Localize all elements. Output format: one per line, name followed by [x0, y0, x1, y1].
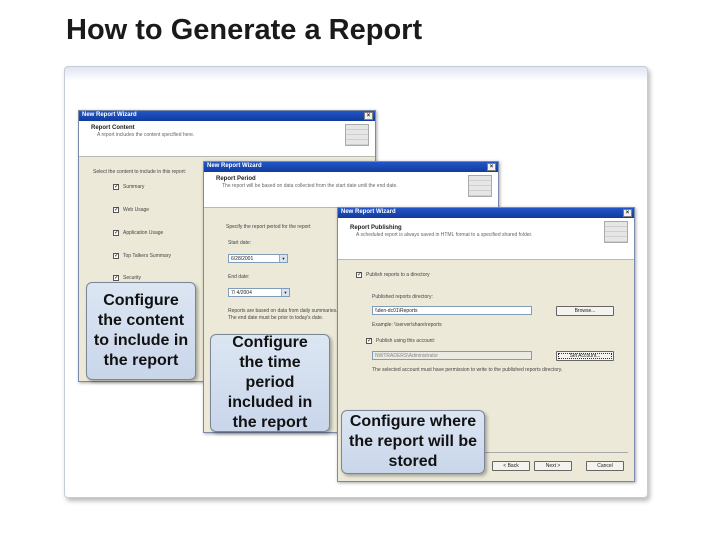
start-date-value: 6/28/2001 [231, 256, 254, 262]
slide-title: How to Generate a Report [66, 14, 423, 46]
content-prompt: Select the content to include in this re… [93, 169, 187, 175]
close-icon[interactable]: × [487, 163, 496, 171]
wizard-titlebar: New Report Wizard × [338, 208, 634, 218]
wizard-header: Report Publishing A scheduled report is … [338, 218, 634, 260]
checkbox-application-usage[interactable]: ✓ [113, 230, 119, 236]
wizard-header-icon [345, 124, 369, 146]
header-description: A report includes the content specified … [97, 132, 195, 138]
option-web-usage: Web Usage [123, 207, 150, 213]
wizard-titlebar: New Report Wizard × [79, 111, 375, 121]
directory-example: Example: \\server\share\reports [372, 322, 442, 328]
set-account-button[interactable]: Set Account... [556, 351, 614, 361]
window-title: New Report Wizard [341, 209, 396, 215]
callout-publish: Configure where the report will be store… [341, 410, 485, 474]
checkbox-publish-account[interactable]: ✓ [366, 338, 372, 344]
chevron-down-icon[interactable]: ▼ [279, 255, 287, 262]
window-title: New Report Wizard [82, 112, 137, 118]
back-button[interactable]: < Back [492, 461, 530, 471]
directory-input[interactable]: \\den-dc01\Reports [372, 306, 532, 315]
end-date-value: 7/ 4/2004 [231, 290, 252, 296]
wizard-header: Report Content A report includes the con… [79, 121, 375, 157]
callout-period-text: Configure the time period included in th… [227, 334, 313, 431]
close-icon[interactable]: × [623, 209, 632, 217]
close-icon[interactable]: × [364, 112, 373, 120]
checkbox-web-usage[interactable]: ✓ [113, 207, 119, 213]
callout-period: Configure the time period included in th… [210, 334, 330, 432]
header-description: A scheduled report is always saved in HT… [356, 232, 533, 238]
account-input[interactable]: NWTRADERS\Administrator [372, 351, 532, 360]
publish-label: Publish reports to a directory [366, 272, 430, 278]
option-application-usage: Application Usage [123, 230, 164, 236]
header-description: The report will be based on data collect… [222, 183, 398, 189]
account-note: The selected account must have permissio… [372, 367, 563, 373]
end-date-picker[interactable]: 7/ 4/2004 ▼ [228, 288, 290, 297]
account-label: Publish using this account: [376, 338, 436, 344]
header-title: Report Publishing [350, 225, 402, 231]
option-top-talkers: Top Talkers Summary [123, 253, 171, 259]
end-date-label: End date: [228, 274, 250, 280]
start-date-label: Start date: [228, 240, 252, 246]
next-button[interactable]: Next > [534, 461, 572, 471]
checkbox-publish-reports[interactable]: ✓ [356, 272, 362, 278]
checkbox-security[interactable]: ✓ [113, 275, 119, 281]
cancel-button[interactable]: Cancel [586, 461, 624, 471]
callout-publish-text: Configure where the report will be store… [348, 413, 477, 470]
wizard-header: Report Period The report will be based o… [204, 172, 498, 208]
checkbox-summary[interactable]: ✓ [113, 184, 119, 190]
directory-label: Published reports directory: [372, 294, 433, 300]
header-title: Report Period [216, 176, 256, 182]
callout-content-text: Configure the content to include in the … [93, 292, 189, 369]
callout-content: Configure the content to include in the … [86, 282, 196, 380]
start-date-picker[interactable]: 6/28/2001 ▼ [228, 254, 288, 263]
wizard-header-icon [604, 221, 628, 243]
checkbox-top-talkers[interactable]: ✓ [113, 253, 119, 259]
browse-button[interactable]: Browse... [556, 306, 614, 316]
window-title: New Report Wizard [207, 163, 262, 169]
header-title: Report Content [91, 125, 135, 131]
option-summary: Summary [123, 184, 145, 190]
chevron-down-icon[interactable]: ▼ [281, 289, 289, 296]
wizard-header-icon [468, 175, 492, 197]
period-note: Reports are based on data from daily sum… [228, 308, 338, 321]
option-security: Security [123, 275, 142, 281]
period-prompt: Specify the report period for the report [226, 224, 311, 230]
wizard-titlebar: New Report Wizard × [204, 162, 498, 172]
